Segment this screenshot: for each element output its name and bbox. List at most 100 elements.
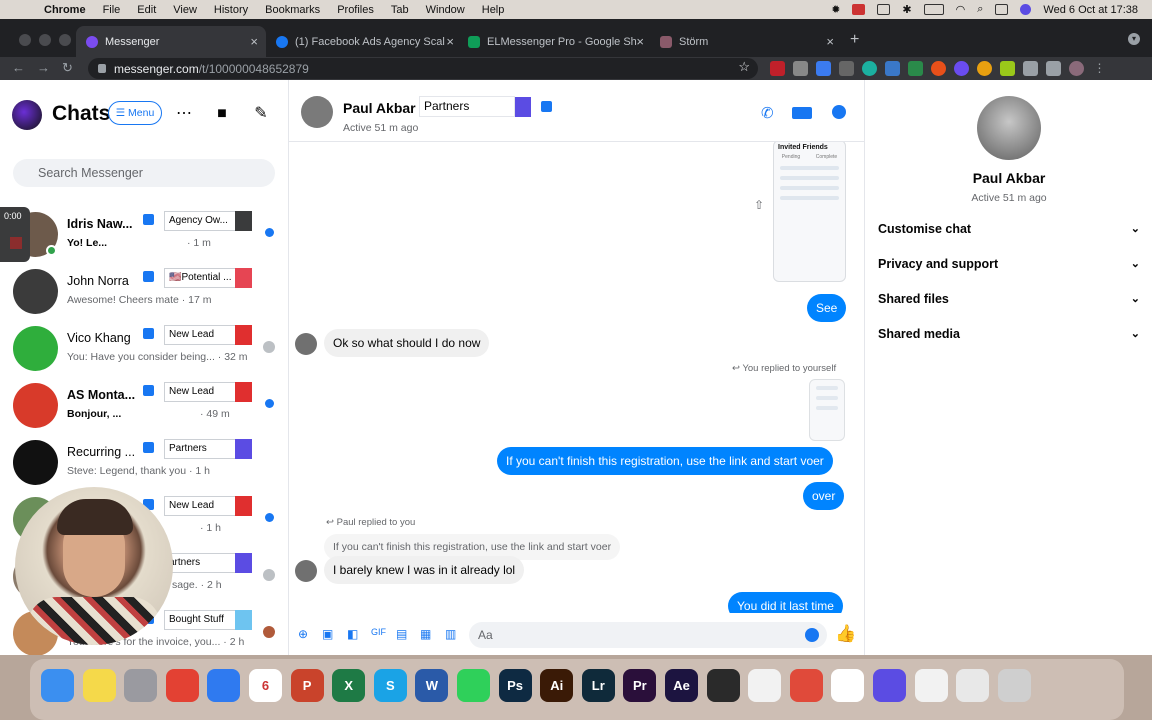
contact-avatar[interactable] xyxy=(301,96,333,128)
conversation-info-icon[interactable] xyxy=(832,105,846,119)
tag-color-swatch[interactable] xyxy=(235,268,252,288)
gear-app-dock-icon[interactable] xyxy=(873,669,906,702)
extension-icon[interactable] xyxy=(977,61,992,76)
tag-color-swatch[interactable] xyxy=(515,97,531,117)
outgoing-message[interactable]: over xyxy=(803,482,845,510)
extension-action-icon[interactable]: ▦ xyxy=(420,627,431,641)
new-message-icon[interactable]: ✎ xyxy=(251,104,271,124)
extension-icon[interactable] xyxy=(862,61,877,76)
conversation-item[interactable]: AS Monta... Bonjour, ... · 49 m New Lead xyxy=(0,378,288,435)
section-shared-files[interactable]: Shared files ⌄ xyxy=(878,292,1140,306)
translate-extension-icon[interactable] xyxy=(816,61,831,76)
menu-view[interactable]: View xyxy=(173,4,197,16)
select-checkbox-icon[interactable] xyxy=(541,101,552,112)
chevron-down-icon[interactable]: ⌄ xyxy=(1131,257,1140,270)
outgoing-message[interactable]: You did it last time xyxy=(728,592,843,613)
select-checkbox-icon[interactable] xyxy=(143,385,154,396)
photo-icon[interactable]: ▣ xyxy=(322,627,333,641)
video-camera-icon[interactable] xyxy=(792,107,812,119)
more-actions-icon[interactable]: ⊕ xyxy=(298,627,308,641)
extension-icon[interactable] xyxy=(908,61,923,76)
select-checkbox-icon[interactable] xyxy=(143,271,154,282)
finder-dock-icon[interactable] xyxy=(41,669,74,702)
new-tab-button[interactable]: + xyxy=(850,31,859,49)
photoshop-dock-icon[interactable]: Ps xyxy=(498,669,532,702)
kebab-menu-icon[interactable]: ⋮ xyxy=(1092,61,1107,76)
spotlight-search-icon[interactable]: ⌕ xyxy=(977,3,983,16)
code-extension-icon[interactable] xyxy=(839,61,854,76)
quoted-image-attachment[interactable] xyxy=(809,379,845,441)
conversation-item[interactable]: Idris Naw... Yo! Le... · 1 m Agency Ow..… xyxy=(0,207,288,264)
menu-profiles[interactable]: Profiles xyxy=(337,4,374,16)
bluetooth-icon[interactable]: ✱ xyxy=(902,3,911,16)
extension-icon[interactable] xyxy=(931,61,946,76)
menu-edit[interactable]: Edit xyxy=(137,4,156,16)
stop-recording-icon[interactable] xyxy=(10,237,22,249)
message-input[interactable]: Aa xyxy=(469,622,827,648)
menu-help[interactable]: Help xyxy=(482,4,505,16)
popcorn-dock-icon[interactable] xyxy=(789,669,823,702)
trash-dock-icon[interactable] xyxy=(997,669,1031,702)
chevron-down-icon[interactable]: ⌄ xyxy=(1131,327,1140,340)
extension-icon[interactable] xyxy=(793,61,808,76)
menu-window[interactable]: Window xyxy=(426,4,465,16)
search-input[interactable]: Search Messenger xyxy=(13,159,275,187)
close-tab-icon[interactable]: × xyxy=(826,34,834,49)
minimize-window-button[interactable] xyxy=(39,34,51,46)
tab-google-sheets[interactable]: ELMessenger Pro - Google She × xyxy=(458,26,652,57)
menu-bookmarks[interactable]: Bookmarks xyxy=(265,4,320,16)
section-customise-chat[interactable]: Customise chat ⌄ xyxy=(878,222,1140,236)
tag-color-swatch[interactable] xyxy=(235,382,252,402)
lightroom-dock-icon[interactable]: Lr xyxy=(581,669,615,702)
select-checkbox-icon[interactable] xyxy=(143,214,154,225)
powerpoint-dock-icon[interactable]: P xyxy=(290,669,324,702)
section-shared-media[interactable]: Shared media ⌄ xyxy=(878,327,1140,341)
contact-label-tag[interactable]: Partners xyxy=(419,96,515,117)
close-window-button[interactable] xyxy=(19,34,31,46)
tag-color-swatch[interactable] xyxy=(235,439,252,459)
tag-color-swatch[interactable] xyxy=(235,325,252,345)
preview-files-dock-icon[interactable] xyxy=(956,669,990,702)
extension-icon[interactable] xyxy=(1000,61,1015,76)
select-checkbox-icon[interactable] xyxy=(143,442,154,453)
whatsapp-dock-icon[interactable] xyxy=(457,669,490,702)
screen-recording-widget[interactable]: 0:00 xyxy=(0,207,30,262)
figma-dock-icon[interactable] xyxy=(706,669,740,702)
extension-icon[interactable] xyxy=(954,61,969,76)
siri-icon[interactable] xyxy=(1020,4,1032,15)
contact-profile-avatar[interactable] xyxy=(977,96,1041,160)
conversation-item[interactable]: Recurring ... Steve: Legend, thank you ·… xyxy=(0,435,288,492)
contact-name[interactable]: Paul Akbar xyxy=(343,100,416,116)
video-call-icon[interactable]: ■ xyxy=(212,104,232,124)
section-privacy-support[interactable]: Privacy and support ⌄ xyxy=(878,257,1140,271)
outgoing-message[interactable]: See xyxy=(807,294,847,322)
puzzle-extensions-icon[interactable] xyxy=(1023,61,1038,76)
extension-icon[interactable] xyxy=(885,61,900,76)
control-center-icon[interactable] xyxy=(995,4,1009,15)
messenger-logo-icon[interactable] xyxy=(12,100,42,130)
chevron-down-icon[interactable]: ⌄ xyxy=(1131,292,1140,305)
menubar-clock[interactable]: Wed 6 Oct at 17:38 xyxy=(1043,4,1138,16)
document-icon[interactable]: ▥ xyxy=(445,627,456,641)
outgoing-message[interactable]: If you can't finish this registration, u… xyxy=(497,447,833,475)
recording-status-icon[interactable] xyxy=(852,4,866,15)
conversation-item[interactable]: John Norra Awesome! Cheers mate · 17 m 🇺… xyxy=(0,264,288,321)
tag-color-swatch[interactable] xyxy=(235,211,252,231)
calendar-dock-icon[interactable]: 6 xyxy=(249,669,282,702)
menu-app-name[interactable]: Chrome xyxy=(44,4,86,16)
numbers-dock-icon[interactable] xyxy=(748,669,782,702)
zoom-window-button[interactable] xyxy=(59,34,71,46)
premiere-dock-icon[interactable]: Pr xyxy=(623,669,657,702)
after-effects-dock-icon[interactable]: Ae xyxy=(665,669,698,702)
illustrator-dock-icon[interactable]: Ai xyxy=(540,669,574,702)
menu-history[interactable]: History xyxy=(214,4,248,16)
sticker-icon[interactable]: ◧ xyxy=(347,627,358,641)
address-bar[interactable]: messenger.com/t/100000048652879 ☆ xyxy=(88,58,758,79)
slack-dock-icon[interactable] xyxy=(831,669,865,702)
phone-call-icon[interactable]: ✆ xyxy=(761,104,774,122)
image-attachment[interactable]: Invited Friends Pending Complete xyxy=(773,142,846,282)
reload-icon[interactable]: ↻ xyxy=(62,60,73,76)
close-tab-icon[interactable]: × xyxy=(250,34,258,49)
skype-dock-icon[interactable]: S xyxy=(373,669,407,702)
close-tab-icon[interactable]: × xyxy=(446,34,454,49)
